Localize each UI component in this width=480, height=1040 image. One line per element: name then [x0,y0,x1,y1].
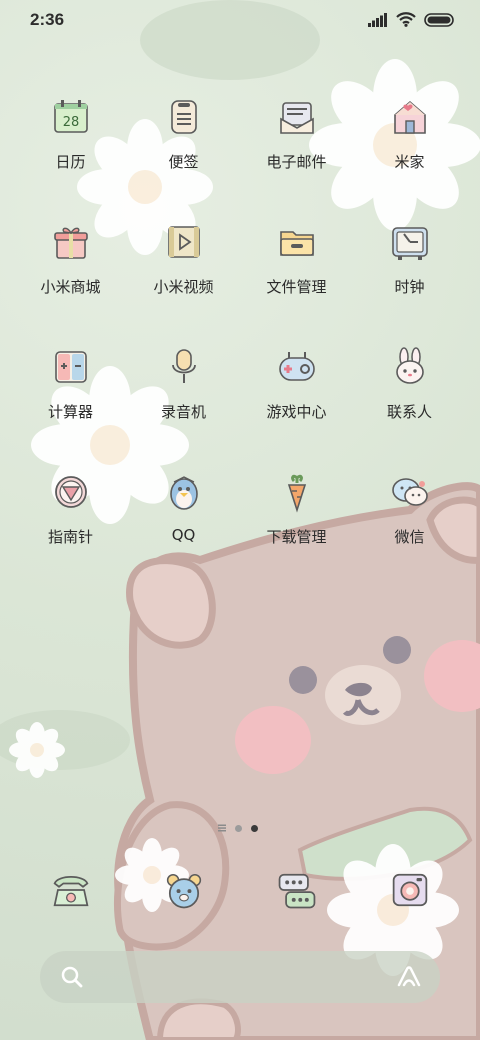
bear-icon [166,873,201,909]
search-bar[interactable] [40,951,440,1003]
signal-icon [368,12,387,27]
app-label: QQ [171,526,196,544]
app-label: 日历 [55,153,86,171]
page-indicator [218,824,258,832]
app-label: 小米视频 [153,278,214,296]
app-label: 录音机 [160,403,206,421]
status-bar: 2:36 [0,0,480,40]
app-notes[interactable]: 便签 [127,95,240,172]
search-icon[interactable] [60,965,84,989]
app-recorder[interactable]: 录音机 [127,345,240,422]
compass-icon [54,476,87,508]
phone-icon [53,876,88,907]
system-icons [368,12,454,27]
calendar-icon: 28 [53,100,88,133]
page-dot[interactable] [235,824,242,832]
app-label: 游戏中心 [266,403,327,421]
home-icon [393,100,426,134]
status-time: 2:36 [30,10,65,29]
app-label: 下载管理 [266,528,327,546]
dock [0,866,480,918]
camera-icon [392,873,427,907]
calculator-icon [54,351,87,383]
email-icon [279,102,314,134]
penguin-icon [169,476,198,510]
app-calendar[interactable]: 28 日历 [14,95,127,172]
microphone-icon [171,349,196,383]
gamepad-icon [278,352,315,381]
app-qq[interactable]: QQ [127,470,240,544]
dock-messages[interactable] [240,866,353,914]
app-compass[interactable]: 指南针 [14,470,127,547]
clock-icon [391,227,428,260]
wifi-icon [396,12,416,27]
app-downloads[interactable]: 下载管理 [240,470,353,547]
app-label: 计算器 [47,403,93,421]
app-label: 文件管理 [266,278,327,296]
gift-icon [53,227,88,259]
app-label: 指南针 [47,528,93,546]
video-icon [167,226,200,258]
page-list-indicator-icon [218,824,226,832]
app-contacts[interactable]: 联系人 [353,345,466,422]
app-label: 电子邮件 [266,153,327,171]
messages-icon [278,873,315,909]
app-mi-video[interactable]: 小米视频 [127,220,240,297]
app-label: 米家 [394,153,425,171]
app-wechat[interactable]: 微信 [353,470,466,547]
dock-camera[interactable] [353,866,466,914]
app-label: 时钟 [394,278,425,296]
chat-bubbles-icon [391,478,428,506]
home-screen: 2:36 28 日历 便签 电子邮件 米家 小米商城 小米视频 文件管理 时钟 … [0,0,480,1040]
app-label: 微信 [394,528,425,546]
dock-phone[interactable] [14,866,127,914]
bunny-icon [395,347,424,384]
calendar-date: 28 [62,115,79,130]
battery-icon [424,12,454,27]
app-label: 联系人 [386,403,432,421]
app-game-center[interactable]: 游戏中心 [240,345,353,422]
folder-icon [279,231,314,256]
app-label: 便签 [168,153,199,171]
app-mi-store[interactable]: 小米商城 [14,220,127,297]
app-file-manager[interactable]: 文件管理 [240,220,353,297]
app-email[interactable]: 电子邮件 [240,95,353,172]
page-dot-active[interactable] [251,824,258,832]
dock-bear-app[interactable] [127,866,240,914]
app-clock[interactable]: 时钟 [353,220,466,297]
app-mihome[interactable]: 米家 [353,95,466,172]
notes-icon [170,100,197,134]
carrot-icon [287,474,306,513]
app-label: 小米商城 [40,278,101,296]
app-calculator[interactable]: 计算器 [14,345,127,422]
assistant-icon[interactable] [396,965,422,989]
